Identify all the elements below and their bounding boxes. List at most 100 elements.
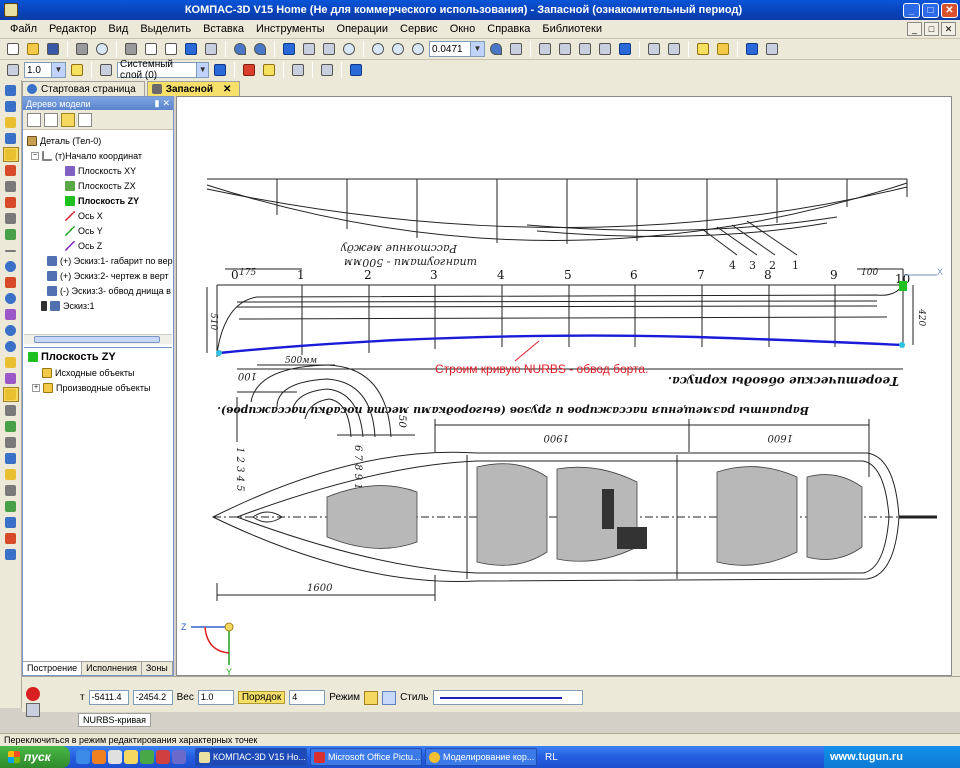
relations-source[interactable]: Исходные объекты: [42, 366, 135, 380]
hidden-lines-icon[interactable]: [556, 41, 574, 58]
tree-item-axis-y[interactable]: Ось Y: [65, 224, 103, 238]
paste-icon[interactable]: [162, 41, 180, 58]
menu-select[interactable]: Выделить: [134, 23, 197, 35]
task-browser[interactable]: Моделирование кор...: [425, 748, 537, 766]
pin-icon[interactable]: ▮: [155, 98, 160, 109]
undo-icon[interactable]: [231, 41, 249, 58]
fx-icon[interactable]: [320, 41, 338, 58]
folder-icon[interactable]: [124, 750, 138, 764]
menu-operations[interactable]: Операции: [331, 23, 394, 35]
contour-icon[interactable]: [3, 467, 19, 482]
library-manager-icon[interactable]: [280, 41, 298, 58]
hatch-icon[interactable]: [3, 483, 19, 498]
edit-tools-icon[interactable]: [3, 99, 19, 114]
nurbs-icon[interactable]: [2, 387, 19, 402]
close-panel-icon[interactable]: ✕: [162, 98, 170, 109]
move-icon[interactable]: [507, 41, 525, 58]
tab-zapasnoy[interactable]: Запасной ✕: [146, 81, 241, 96]
open-icon[interactable]: [24, 41, 42, 58]
tree-order-icon[interactable]: [27, 112, 41, 127]
nurbs-curve[interactable]: [218, 334, 903, 355]
tab-executions[interactable]: Исполнения: [82, 662, 142, 675]
app-icon[interactable]: [140, 750, 154, 764]
tree-item-axis-z[interactable]: Ось Z: [65, 239, 102, 253]
tab-zones[interactable]: Зоны: [142, 662, 173, 675]
collapse-icon[interactable]: −: [31, 152, 39, 160]
line-width-combo[interactable]: 1.0 ▼: [24, 62, 66, 78]
point-icon[interactable]: [3, 163, 19, 178]
line-style-select[interactable]: [432, 690, 583, 705]
cut-icon[interactable]: [122, 41, 140, 58]
preview-icon[interactable]: [93, 41, 111, 58]
menu-libraries[interactable]: Библиотеки: [536, 23, 608, 35]
y-coordinate-field[interactable]: -2454.2: [132, 690, 173, 705]
visibility-icon[interactable]: [714, 41, 732, 58]
relations-derived[interactable]: + Производные объекты: [32, 381, 150, 395]
circle-tangent-icon[interactable]: [3, 323, 19, 338]
snaps-options-icon[interactable]: [260, 62, 278, 79]
menu-view[interactable]: Вид: [102, 23, 134, 35]
language-indicator[interactable]: RL: [545, 752, 558, 763]
chevron-down-icon[interactable]: ▼: [196, 63, 208, 77]
stop-icon[interactable]: [26, 687, 40, 701]
expand-icon[interactable]: +: [32, 384, 40, 392]
nurbs-point[interactable]: [216, 350, 222, 356]
sketch-tools-icon[interactable]: [2, 147, 19, 162]
rectangle-icon[interactable]: [3, 435, 19, 450]
bezier-icon[interactable]: [3, 371, 19, 386]
chevron-down-icon[interactable]: ▼: [470, 42, 484, 56]
tree-item-origin[interactable]: − (т)Начало координат: [31, 149, 142, 163]
tree-item-sketch-1[interactable]: (+) Эскиз:1- габарит по вер: [47, 254, 173, 268]
task-kompas[interactable]: КОМПАС-3D V15 Ho...: [195, 748, 307, 766]
help-icon[interactable]: [340, 41, 358, 58]
new-document-icon[interactable]: [4, 41, 22, 58]
tree-item-plane-zy[interactable]: Плоскость ZY: [65, 194, 139, 208]
multi-icon[interactable]: [3, 355, 19, 370]
tree-item-plane-zx[interactable]: Плоскость ZX: [65, 179, 136, 193]
order-field[interactable]: 4: [289, 690, 326, 705]
copy-icon[interactable]: [142, 41, 160, 58]
doc-minimize-button[interactable]: _: [907, 22, 922, 36]
orthogonal-icon[interactable]: [318, 62, 336, 79]
menu-insert[interactable]: Вставка: [197, 23, 250, 35]
nurbs-point[interactable]: [899, 342, 905, 348]
circle-icon[interactable]: [3, 259, 19, 274]
tree-item-axis-x[interactable]: Ось X: [65, 209, 103, 223]
tree-item-sketch-current[interactable]: Эскиз:1: [41, 299, 95, 313]
axis-icon[interactable]: [3, 179, 19, 194]
parallel-icon[interactable]: [3, 211, 19, 226]
maximize-button[interactable]: □: [922, 2, 939, 18]
perspective-icon[interactable]: [743, 41, 761, 58]
redo-icon[interactable]: [251, 41, 269, 58]
segment-icon[interactable]: [3, 195, 19, 210]
zoom-scale-combo[interactable]: 0.0471 ▼: [429, 41, 485, 57]
menu-tools[interactable]: Инструменты: [250, 23, 331, 35]
arc-icon[interactable]: [3, 275, 19, 290]
tree-item-sketch-2[interactable]: (+) Эскиз:2- чертеж в верт: [47, 269, 169, 283]
print-icon[interactable]: [73, 41, 91, 58]
fill-icon[interactable]: [3, 499, 19, 514]
weight-field[interactable]: 1.0: [197, 690, 234, 705]
minimize-button[interactable]: _: [903, 2, 920, 18]
canvas-vertical-scrollbar[interactable]: [952, 96, 960, 676]
variables-icon[interactable]: [300, 41, 318, 58]
chevron-down-icon[interactable]: ▼: [51, 63, 65, 77]
no-hidden-icon[interactable]: [596, 41, 614, 58]
media-icon[interactable]: [108, 750, 122, 764]
zoom-window-icon[interactable]: [369, 41, 387, 58]
cursor-icon[interactable]: [4, 62, 22, 79]
manager-icon[interactable]: [202, 41, 220, 58]
grid-icon[interactable]: [289, 62, 307, 79]
doc-close-button[interactable]: ✕: [941, 22, 956, 36]
zoom-out-icon[interactable]: [409, 41, 427, 58]
tree-item-sketch-3[interactable]: (-) Эскиз:3- обвод днища в: [47, 284, 171, 298]
tree-details-icon[interactable]: [78, 112, 92, 127]
ellipse-tangent-icon[interactable]: [3, 339, 19, 354]
insert-icon[interactable]: [3, 547, 19, 562]
dimensions-icon[interactable]: [3, 131, 19, 146]
snap-icon[interactable]: [68, 62, 86, 79]
wireframe-icon[interactable]: [536, 41, 554, 58]
open-curve-icon[interactable]: [364, 690, 379, 705]
geometry-tools-icon[interactable]: [3, 83, 19, 98]
shaded-icon[interactable]: [616, 41, 634, 58]
